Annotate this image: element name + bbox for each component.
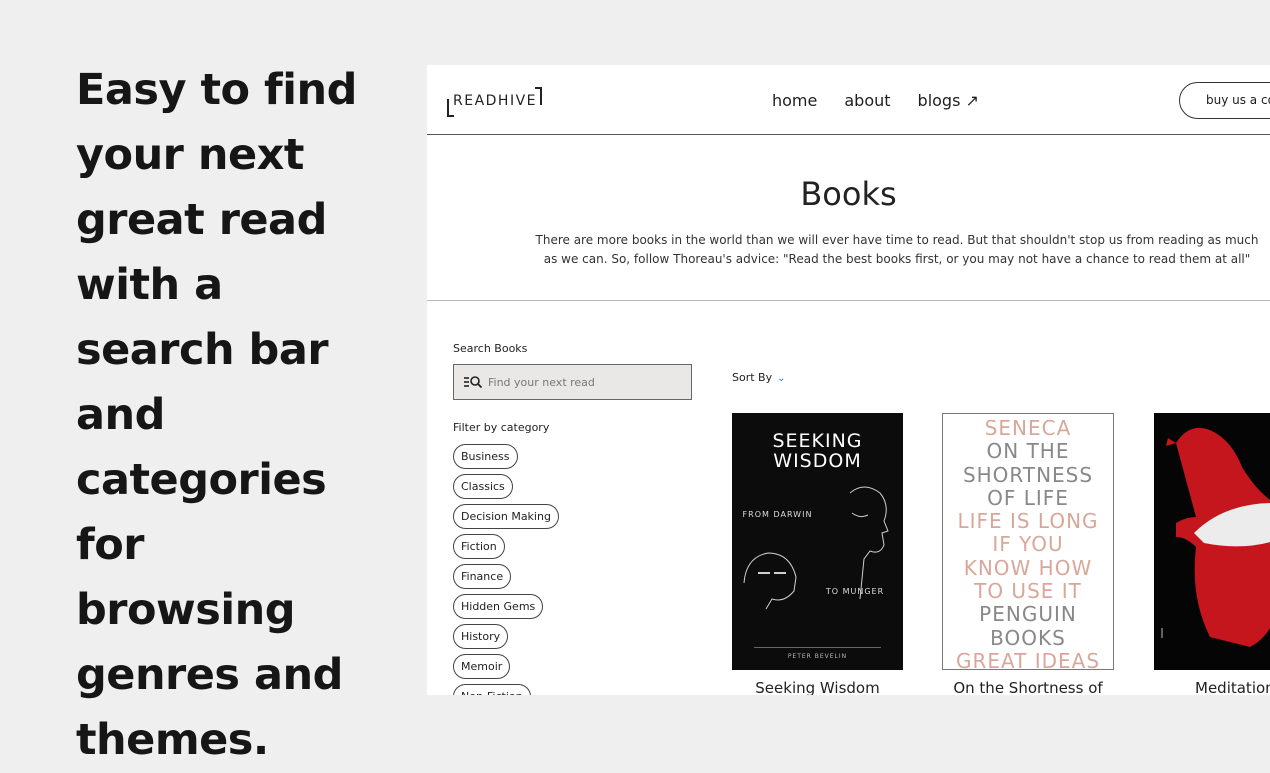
cover-subtitle-from: FROM DARWIN: [742, 510, 813, 519]
category-chip-finance[interactable]: Finance: [453, 564, 512, 589]
category-chip-hidden-gems[interactable]: Hidden Gems: [453, 594, 544, 619]
book-caption-meditations[interactable]: Meditation: [1195, 679, 1270, 695]
book-caption-seeking-wisdom[interactable]: Seeking Wisdom: [732, 679, 903, 695]
cover-line: BOOKS: [990, 625, 1066, 650]
cover-line: LIFE IS LONG: [957, 509, 1099, 534]
book-cover-shortness-of-life[interactable]: SENECA ON THE SHORTNESS OF LIFE LIFE IS LONG…: [942, 413, 1114, 670]
chevron-down-icon: ⌄: [777, 373, 786, 384]
nav-link-home[interactable]: home: [772, 91, 817, 110]
category-chip-non-fiction[interactable]: Non-Fiction: [453, 684, 531, 695]
search-filter-icon: [464, 376, 483, 389]
cover-line: TO USE IT: [974, 579, 1082, 604]
book-cover-seeking-wisdom[interactable]: SEEKING WISDOM FROM DARWIN TO MUNGER PET…: [732, 413, 903, 670]
category-list: Business Classics Decision Making Fictio…: [453, 444, 693, 695]
cover-line: PENGUIN: [979, 602, 1077, 627]
hero-section: Books There are more books in the world …: [427, 135, 1270, 301]
nav-link-about[interactable]: about: [844, 91, 890, 110]
nav-menu: home about blogs ↗: [772, 91, 979, 110]
headline: Easy to find your next great read with a…: [76, 65, 357, 765]
cover-line: ON THE: [986, 439, 1070, 464]
cover-subtitle-to: TO MUNGER: [825, 587, 885, 596]
search-input[interactable]: [488, 365, 683, 399]
nav-link-blogs[interactable]: blogs ↗: [918, 91, 979, 110]
page-title: Books: [800, 175, 897, 213]
website-screenshot: READHIVE home about blogs ↗ buy us a co …: [427, 65, 1270, 695]
cover-rule: [754, 647, 881, 648]
cover-title-text: SEEKING WISDOM: [772, 430, 863, 472]
logo-bracket-right: [535, 87, 542, 105]
buy-coffee-button[interactable]: buy us a co: [1179, 82, 1270, 119]
intro-quote: There are more books in the world than w…: [535, 233, 1259, 266]
category-chip-history[interactable]: History: [453, 624, 509, 649]
sort-label: Sort By: [732, 371, 773, 384]
cover-line: IF YOU: [992, 532, 1064, 557]
cover-line: SHORTNESS: [962, 462, 1094, 487]
top-nav: READHIVE home about blogs ↗ buy us a co: [427, 65, 1270, 135]
cover-line: OF LIFE: [987, 485, 1069, 510]
cover-title: SEEKING WISDOM: [732, 431, 903, 471]
book-cover-meditations[interactable]: [1154, 413, 1270, 670]
category-chip-classics[interactable]: Classics: [453, 474, 513, 499]
cover-line: GREAT IDEAS: [955, 648, 1101, 670]
category-chip-fiction[interactable]: Fiction: [453, 534, 505, 559]
sort-dropdown[interactable]: Sort By ⌄: [732, 371, 786, 384]
book-caption-shortness-of-life[interactable]: On the Shortness of: [942, 679, 1114, 695]
filter-label: Filter by category: [453, 421, 550, 434]
search-label: Search Books: [453, 342, 528, 355]
red-bird-illustration: [1161, 428, 1270, 647]
category-chip-decision-making[interactable]: Decision Making: [453, 504, 559, 529]
cover-author: PETER BEVELIN: [787, 653, 848, 660]
search-box[interactable]: [453, 364, 692, 400]
category-chip-memoir[interactable]: Memoir: [453, 654, 511, 679]
category-chip-business[interactable]: Business: [453, 444, 518, 469]
line-portraits-illustration: [743, 486, 889, 610]
cover-line: KNOW HOW: [963, 555, 1093, 580]
cover-typography: SENECA ON THE SHORTNESS OF LIFE LIFE IS LONG…: [943, 416, 1113, 670]
logo-text: READHIVE: [453, 93, 538, 109]
cover-line: SENECA: [984, 416, 1072, 440]
